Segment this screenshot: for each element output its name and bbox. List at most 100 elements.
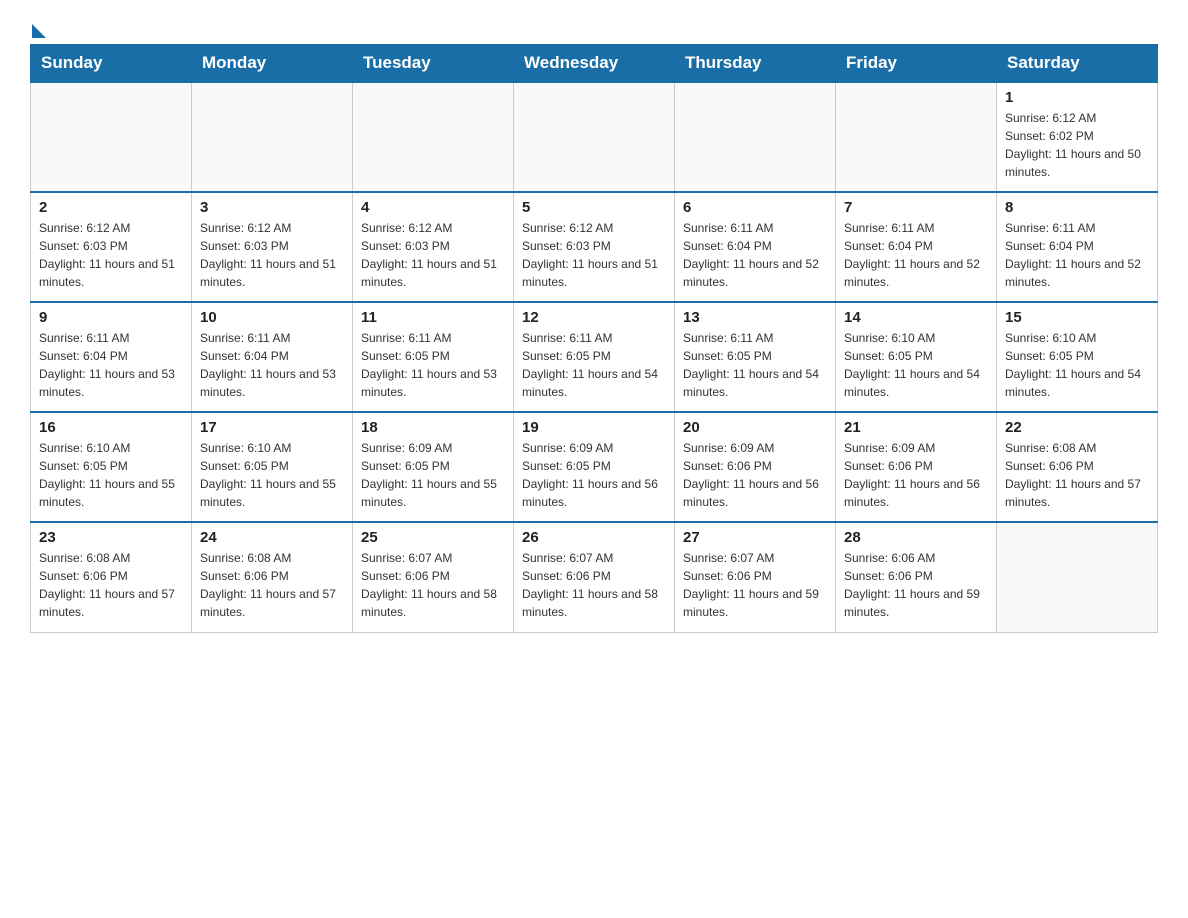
day-info: Sunrise: 6:07 AMSunset: 6:06 PMDaylight:… xyxy=(361,549,505,621)
week-row-1: 1 Sunrise: 6:12 AMSunset: 6:02 PMDaylight… xyxy=(31,82,1158,192)
calendar-cell: 1 Sunrise: 6:12 AMSunset: 6:02 PMDaylight… xyxy=(997,82,1158,192)
day-info: Sunrise: 6:09 AMSunset: 6:06 PMDaylight:… xyxy=(683,439,827,511)
calendar-cell: 23 Sunrise: 6:08 AMSunset: 6:06 PMDayligh… xyxy=(31,522,192,632)
day-number: 4 xyxy=(361,199,505,216)
day-number: 21 xyxy=(844,419,988,436)
calendar-cell xyxy=(514,82,675,192)
calendar-cell: 26Sunrise: 6:07 AMSunset: 6:06 PMDayligh… xyxy=(514,522,675,632)
calendar-cell: 18 Sunrise: 6:09 AMSunset: 6:05 PMDayligh… xyxy=(353,412,514,522)
page-header xyxy=(30,20,1158,34)
calendar-cell: 22Sunrise: 6:08 AMSunset: 6:06 PMDayligh… xyxy=(997,412,1158,522)
day-info: Sunrise: 6:07 AMSunset: 6:06 PMDaylight:… xyxy=(522,549,666,621)
calendar-cell: 7Sunrise: 6:11 AMSunset: 6:04 PMDaylight… xyxy=(836,192,997,302)
calendar-cell: 15 Sunrise: 6:10 AMSunset: 6:05 PMDayligh… xyxy=(997,302,1158,412)
day-info: Sunrise: 6:12 AMSunset: 6:02 PMDaylight:… xyxy=(1005,109,1149,181)
day-number: 13 xyxy=(683,309,827,326)
calendar-cell xyxy=(997,522,1158,632)
day-number: 1 xyxy=(1005,89,1149,106)
day-number: 20 xyxy=(683,419,827,436)
day-number: 16 xyxy=(39,419,183,436)
day-info: Sunrise: 6:12 AMSunset: 6:03 PMDaylight:… xyxy=(522,219,666,291)
calendar-cell: 3 Sunrise: 6:12 AMSunset: 6:03 PMDaylight… xyxy=(192,192,353,302)
calendar-table: SundayMondayTuesdayWednesdayThursdayFrid… xyxy=(30,44,1158,633)
calendar-header-row: SundayMondayTuesdayWednesdayThursdayFrid… xyxy=(31,45,1158,83)
week-row-2: 2 Sunrise: 6:12 AMSunset: 6:03 PMDaylight… xyxy=(31,192,1158,302)
day-info: Sunrise: 6:09 AMSunset: 6:05 PMDaylight:… xyxy=(522,439,666,511)
day-info: Sunrise: 6:09 AMSunset: 6:06 PMDaylight:… xyxy=(844,439,988,511)
calendar-cell: 9Sunrise: 6:11 AMSunset: 6:04 PMDaylight… xyxy=(31,302,192,412)
day-info: Sunrise: 6:11 AMSunset: 6:04 PMDaylight:… xyxy=(200,329,344,401)
day-number: 18 xyxy=(361,419,505,436)
calendar-cell: 14 Sunrise: 6:10 AMSunset: 6:05 PMDayligh… xyxy=(836,302,997,412)
calendar-cell: 17 Sunrise: 6:10 AMSunset: 6:05 PMDayligh… xyxy=(192,412,353,522)
day-info: Sunrise: 6:11 AMSunset: 6:05 PMDaylight:… xyxy=(683,329,827,401)
day-number: 10 xyxy=(200,309,344,326)
week-row-4: 16 Sunrise: 6:10 AMSunset: 6:05 PMDayligh… xyxy=(31,412,1158,522)
day-number: 14 xyxy=(844,309,988,326)
calendar-cell: 5 Sunrise: 6:12 AMSunset: 6:03 PMDaylight… xyxy=(514,192,675,302)
calendar-cell xyxy=(192,82,353,192)
day-number: 17 xyxy=(200,419,344,436)
calendar-cell: 6 Sunrise: 6:11 AMSunset: 6:04 PMDaylight… xyxy=(675,192,836,302)
day-info: Sunrise: 6:06 AMSunset: 6:06 PMDaylight:… xyxy=(844,549,988,621)
day-info: Sunrise: 6:11 AMSunset: 6:04 PMDaylight:… xyxy=(683,219,827,291)
day-info: Sunrise: 6:11 AMSunset: 6:04 PMDaylight:… xyxy=(1005,219,1149,291)
day-header-saturday: Saturday xyxy=(997,45,1158,83)
calendar-cell: 16 Sunrise: 6:10 AMSunset: 6:05 PMDayligh… xyxy=(31,412,192,522)
calendar-cell xyxy=(836,82,997,192)
calendar-cell: 24 Sunrise: 6:08 AMSunset: 6:06 PMDayligh… xyxy=(192,522,353,632)
day-number: 6 xyxy=(683,199,827,216)
day-number: 8 xyxy=(1005,199,1149,216)
calendar-cell: 20 Sunrise: 6:09 AMSunset: 6:06 PMDayligh… xyxy=(675,412,836,522)
calendar-cell: 11 Sunrise: 6:11 AMSunset: 6:05 PMDayligh… xyxy=(353,302,514,412)
day-info: Sunrise: 6:11 AMSunset: 6:05 PMDaylight:… xyxy=(361,329,505,401)
day-header-thursday: Thursday xyxy=(675,45,836,83)
calendar-cell: 21 Sunrise: 6:09 AMSunset: 6:06 PMDayligh… xyxy=(836,412,997,522)
calendar-cell: 19 Sunrise: 6:09 AMSunset: 6:05 PMDayligh… xyxy=(514,412,675,522)
calendar-cell: 10 Sunrise: 6:11 AMSunset: 6:04 PMDayligh… xyxy=(192,302,353,412)
day-header-monday: Monday xyxy=(192,45,353,83)
day-number: 2 xyxy=(39,199,183,216)
day-info: Sunrise: 6:10 AMSunset: 6:05 PMDaylight:… xyxy=(1005,329,1149,401)
calendar-cell: 25 Sunrise: 6:07 AMSunset: 6:06 PMDayligh… xyxy=(353,522,514,632)
day-info: Sunrise: 6:10 AMSunset: 6:05 PMDaylight:… xyxy=(844,329,988,401)
day-number: 22 xyxy=(1005,419,1149,436)
calendar-cell: 12 Sunrise: 6:11 AMSunset: 6:05 PMDayligh… xyxy=(514,302,675,412)
calendar-cell: 2 Sunrise: 6:12 AMSunset: 6:03 PMDaylight… xyxy=(31,192,192,302)
calendar-cell: 13 Sunrise: 6:11 AMSunset: 6:05 PMDayligh… xyxy=(675,302,836,412)
calendar-cell: 4Sunrise: 6:12 AMSunset: 6:03 PMDaylight… xyxy=(353,192,514,302)
calendar-cell: 27 Sunrise: 6:07 AMSunset: 6:06 PMDayligh… xyxy=(675,522,836,632)
day-info: Sunrise: 6:10 AMSunset: 6:05 PMDaylight:… xyxy=(200,439,344,511)
day-number: 24 xyxy=(200,529,344,546)
day-info: Sunrise: 6:12 AMSunset: 6:03 PMDaylight:… xyxy=(39,219,183,291)
day-info: Sunrise: 6:08 AMSunset: 6:06 PMDaylight:… xyxy=(39,549,183,621)
day-number: 25 xyxy=(361,529,505,546)
calendar-cell: 28 Sunrise: 6:06 AMSunset: 6:06 PMDayligh… xyxy=(836,522,997,632)
day-header-sunday: Sunday xyxy=(31,45,192,83)
day-number: 19 xyxy=(522,419,666,436)
day-number: 11 xyxy=(361,309,505,326)
calendar-cell xyxy=(31,82,192,192)
day-info: Sunrise: 6:12 AMSunset: 6:03 PMDaylight:… xyxy=(200,219,344,291)
day-number: 15 xyxy=(1005,309,1149,326)
day-info: Sunrise: 6:11 AMSunset: 6:04 PMDaylight:… xyxy=(39,329,183,401)
day-number: 3 xyxy=(200,199,344,216)
day-header-wednesday: Wednesday xyxy=(514,45,675,83)
day-number: 23 xyxy=(39,529,183,546)
logo-arrow-icon xyxy=(32,24,46,38)
day-info: Sunrise: 6:11 AMSunset: 6:05 PMDaylight:… xyxy=(522,329,666,401)
day-number: 12 xyxy=(522,309,666,326)
day-number: 28 xyxy=(844,529,988,546)
day-header-friday: Friday xyxy=(836,45,997,83)
day-info: Sunrise: 6:09 AMSunset: 6:05 PMDaylight:… xyxy=(361,439,505,511)
day-info: Sunrise: 6:07 AMSunset: 6:06 PMDaylight:… xyxy=(683,549,827,621)
week-row-3: 9Sunrise: 6:11 AMSunset: 6:04 PMDaylight… xyxy=(31,302,1158,412)
calendar-cell xyxy=(353,82,514,192)
day-number: 5 xyxy=(522,199,666,216)
calendar-cell xyxy=(675,82,836,192)
day-info: Sunrise: 6:10 AMSunset: 6:05 PMDaylight:… xyxy=(39,439,183,511)
day-info: Sunrise: 6:08 AMSunset: 6:06 PMDaylight:… xyxy=(200,549,344,621)
calendar-cell: 8 Sunrise: 6:11 AMSunset: 6:04 PMDaylight… xyxy=(997,192,1158,302)
day-number: 27 xyxy=(683,529,827,546)
day-header-tuesday: Tuesday xyxy=(353,45,514,83)
